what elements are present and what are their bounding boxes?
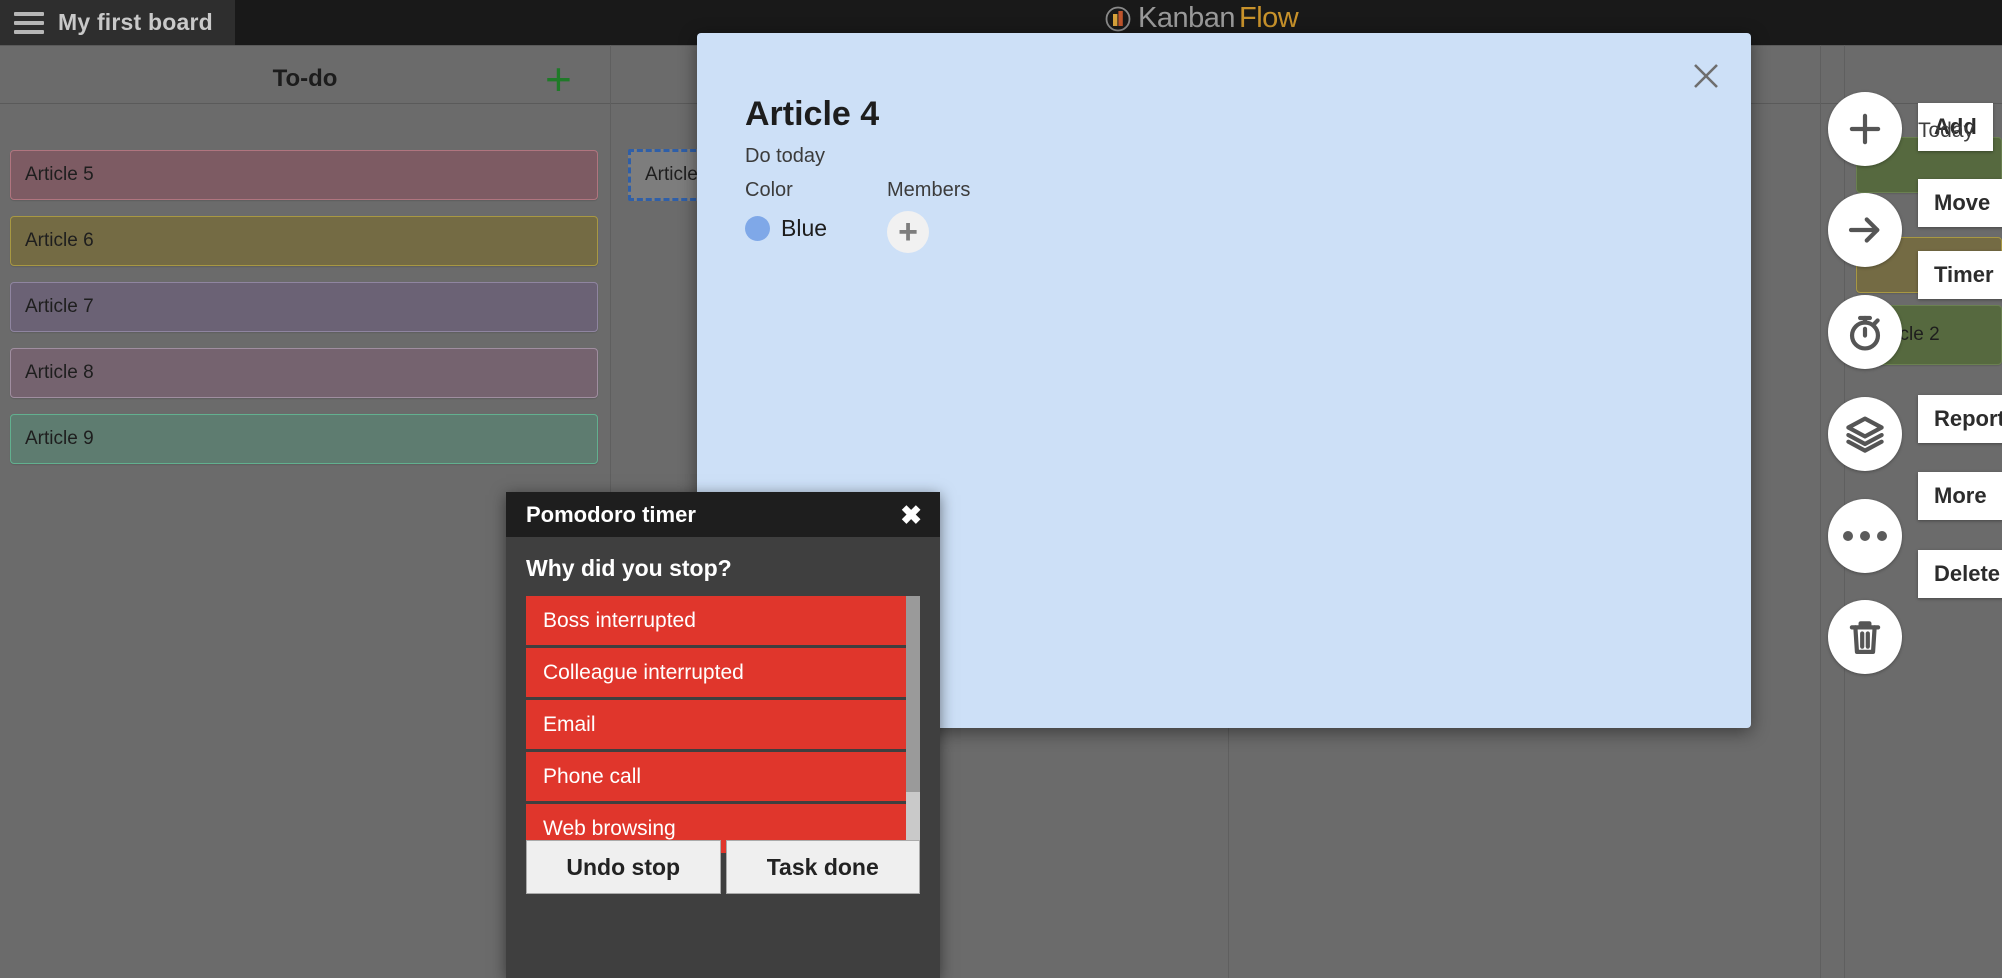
kanbanflow-logo: Kanban Flow — [1104, 2, 1299, 35]
list-item[interactable]: Colleague interrupted — [526, 648, 908, 697]
more-button[interactable] — [1828, 499, 1902, 573]
pomodoro-timer-dialog: Pomodoro timer ✖ Why did you stop? Boss … — [506, 492, 940, 978]
ellipsis-icon — [1843, 531, 1887, 541]
table-row[interactable]: Article 8 — [10, 348, 598, 398]
scrollbar[interactable] — [906, 596, 920, 846]
delete-button[interactable] — [1828, 600, 1902, 674]
more-button-label[interactable]: More — [1918, 472, 2002, 520]
rail-today-label: Today — [1918, 119, 1975, 142]
table-row[interactable]: Article 5 — [10, 150, 598, 200]
timer-button-label[interactable]: Timer — [1918, 251, 2002, 299]
reports-button-label[interactable]: Reports — [1918, 395, 2002, 443]
action-rail: Add Today Move Timer Report More Delete — [1820, 45, 2002, 978]
timer-button[interactable] — [1828, 295, 1902, 369]
list-item[interactable]: Boss interrupted — [526, 596, 908, 645]
logo-text-kanban: Kanban — [1138, 2, 1236, 34]
kanbanflow-app: My first board Kanban Flow To-do + Articl… — [0, 0, 2002, 978]
arrow-right-icon — [1848, 217, 1880, 243]
stopwatch-icon — [1849, 315, 1881, 351]
pomodoro-actions: Undo stop Task done — [526, 840, 920, 894]
list-item[interactable]: Phone call — [526, 752, 908, 801]
add-member-button[interactable]: + — [887, 211, 929, 253]
color-value-label: Blue — [781, 215, 828, 241]
color-value[interactable]: Blue — [745, 215, 827, 242]
card-title: Article 6 — [25, 230, 94, 251]
hamburger-icon[interactable] — [14, 11, 44, 34]
close-icon[interactable]: ✖ — [900, 502, 922, 528]
layers-icon — [1846, 416, 1884, 453]
reports-button[interactable] — [1828, 397, 1902, 471]
card-title: Article — [645, 164, 698, 185]
kanbanflow-logo-icon — [1104, 5, 1132, 33]
plus-icon — [1849, 113, 1881, 145]
card-title: Article 9 — [25, 428, 94, 449]
table-row[interactable]: Article 7 — [10, 282, 598, 332]
move-button-label[interactable]: Move — [1918, 179, 2002, 227]
add-button[interactable] — [1828, 92, 1902, 166]
list-item[interactable]: Email — [526, 700, 908, 749]
task-subtitle: Do today — [745, 145, 826, 167]
move-button[interactable] — [1828, 193, 1902, 267]
column-add-card-button-todo[interactable]: + — [545, 56, 572, 102]
members-field-label: Members — [887, 179, 971, 201]
pomodoro-reason-list: Boss interrupted Colleague interrupted E… — [526, 596, 920, 853]
table-row[interactable]: Article 9 — [10, 414, 598, 464]
card-title: Article 5 — [25, 164, 94, 185]
rail-divider — [1820, 45, 1821, 978]
board-tab[interactable]: My first board — [0, 0, 235, 45]
board-title: My first board — [58, 9, 213, 35]
delete-button-label[interactable]: Delete — [1918, 550, 2002, 598]
close-icon[interactable] — [1689, 59, 1723, 93]
scrollbar-thumb[interactable] — [906, 596, 920, 792]
table-row[interactable]: Article 6 — [10, 216, 598, 266]
card-title: Article 7 — [25, 296, 94, 317]
column-header-todo: To-do — [272, 65, 338, 92]
trash-icon — [1849, 621, 1881, 654]
pomodoro-question: Why did you stop? — [526, 555, 732, 581]
undo-stop-button[interactable]: Undo stop — [526, 840, 721, 894]
plus-icon: + — [898, 213, 918, 251]
logo-text-flow: Flow — [1239, 2, 1299, 34]
task-done-button[interactable]: Task done — [725, 840, 920, 894]
page-title: Article 4 — [745, 95, 880, 133]
color-field-label: Color — [745, 179, 793, 201]
pomodoro-titlebar: Pomodoro timer ✖ — [506, 492, 940, 537]
pomodoro-title: Pomodoro timer — [526, 501, 696, 527]
card-title: Article 8 — [25, 362, 94, 383]
color-swatch-icon — [745, 216, 770, 241]
